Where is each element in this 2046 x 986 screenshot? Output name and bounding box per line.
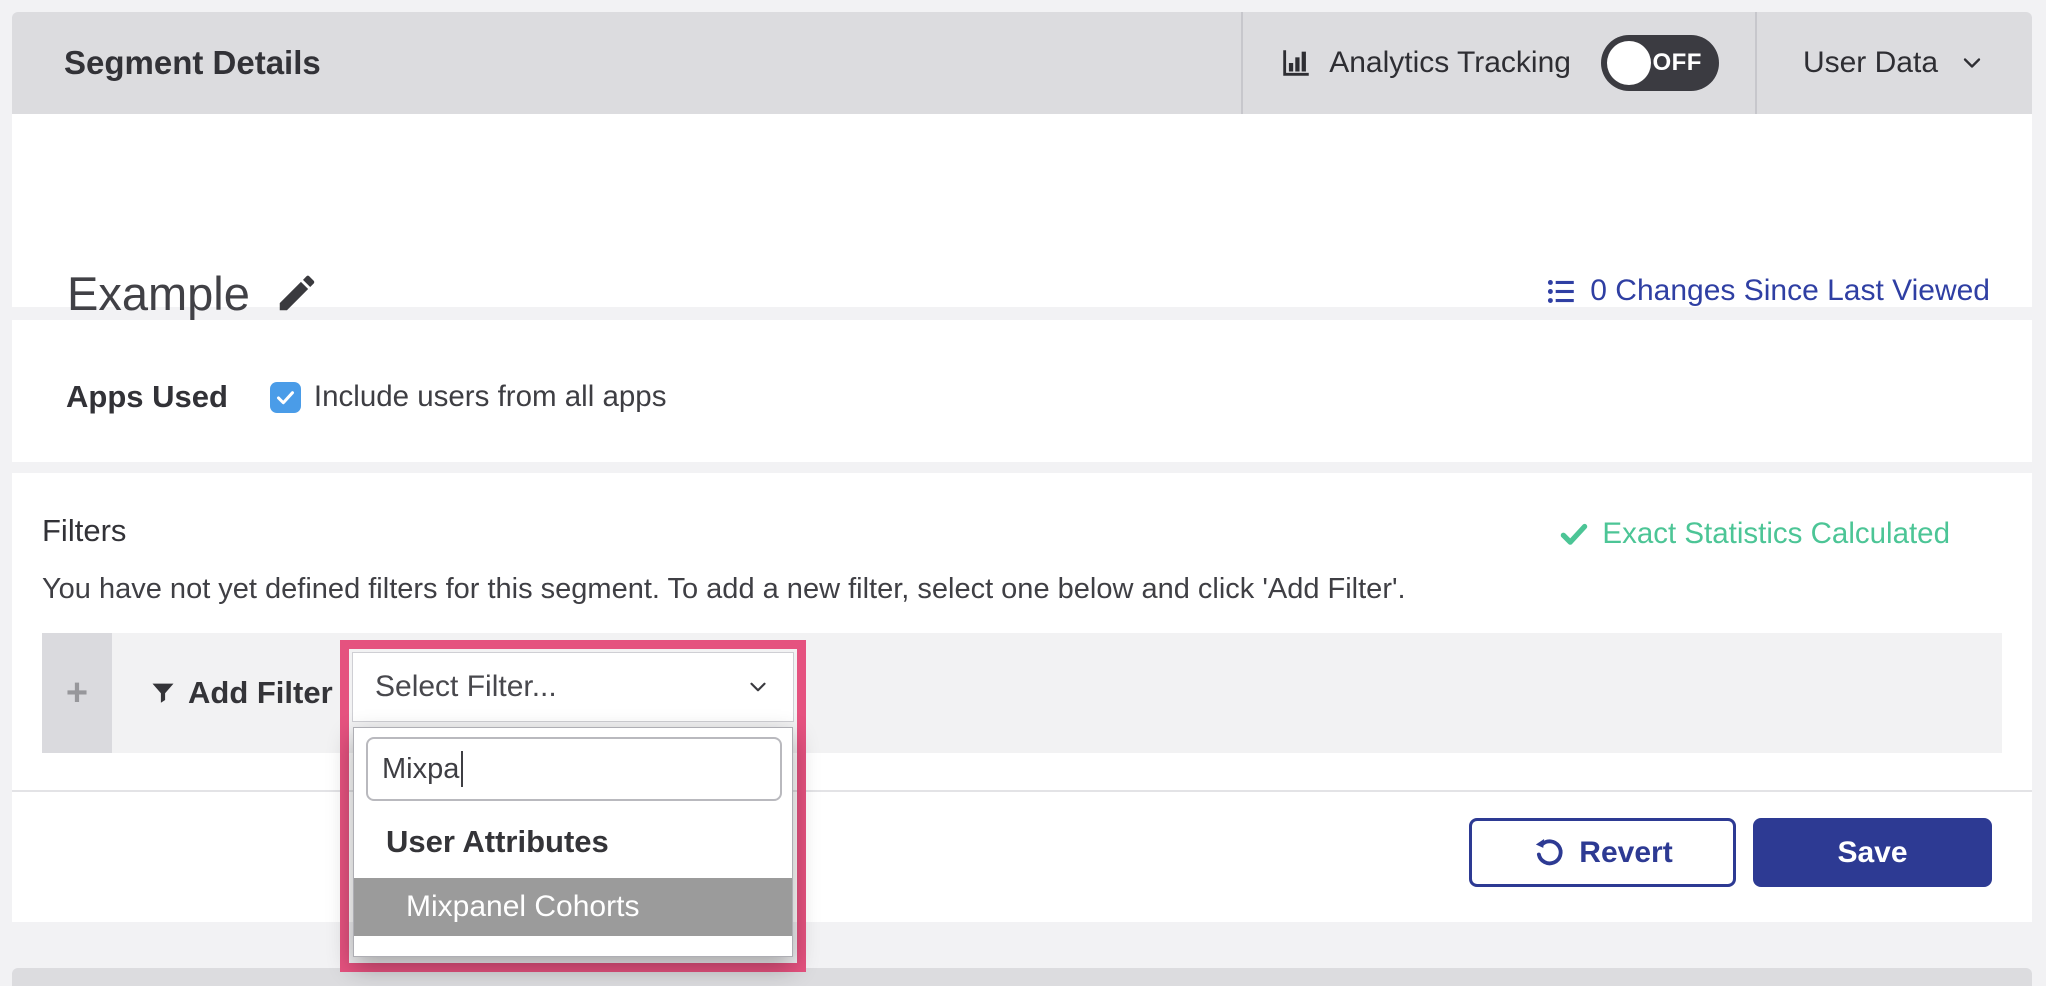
revert-button[interactable]: Revert [1469,818,1736,887]
segment-name: Example [67,266,250,321]
analytics-tracking-group: Analytics Tracking OFF [1243,12,1755,114]
select-filter-value: Select Filter... [375,670,557,704]
segment-details-header: Segment Details Analytics Tracking OFF U… [12,12,2032,114]
dropdown-option-mixpanel-cohorts[interactable]: Mixpanel Cohorts [354,878,792,936]
add-filter-row: + Add Filter [42,633,2002,753]
text-cursor [461,751,463,787]
include-all-apps-checkbox[interactable] [270,382,301,413]
plus-icon: + [66,672,88,715]
next-section-header-strip [12,968,2032,986]
filter-search-value: Mixpa [382,753,459,786]
page-title: Segment Details [64,44,321,82]
add-filter-label-group: Add Filter [149,633,333,753]
analytics-tracking-label: Analytics Tracking [1329,46,1571,80]
exact-statistics-label: Exact Statistics Calculated [1602,517,1950,551]
undo-icon [1532,836,1565,869]
check-icon [1559,519,1589,549]
segment-name-card: Example Tags 0 Changes Since Last Viewed [12,114,2032,307]
revert-button-label: Revert [1579,836,1672,870]
toggle-knob [1607,41,1651,85]
changes-since-last-viewed-link[interactable]: 0 Changes Since Last Viewed [1546,274,1990,308]
user-data-dropdown[interactable]: User Data [1757,12,2032,114]
edit-pencil-icon[interactable] [274,270,320,316]
filters-heading: Filters [42,513,126,549]
user-data-label: User Data [1803,46,1938,80]
analytics-tracking-toggle[interactable]: OFF [1601,35,1719,91]
toggle-state-label: OFF [1652,35,1702,91]
highlight-box: Select Filter... Mixpa User Attributes M… [340,640,806,972]
save-button-label: Save [1837,836,1907,870]
add-filter-label: Add Filter [188,675,333,711]
save-button[interactable]: Save [1753,818,1992,887]
bar-chart-icon [1279,46,1313,80]
list-icon [1546,276,1577,307]
select-filter-dropdown[interactable]: Select Filter... [352,652,794,722]
filters-description: You have not yet defined filters for thi… [42,573,1406,606]
add-filter-plus-button[interactable]: + [42,633,112,753]
header-right-section: Analytics Tracking OFF User Data [1241,12,2032,114]
dropdown-group-header: User Attributes [354,818,792,866]
chevron-down-icon [1958,49,1986,77]
filter-dropdown-panel: Mixpa User Attributes Mixpanel Cohorts [353,727,793,957]
filter-funnel-icon [149,679,177,707]
footer-divider [12,790,2032,792]
apps-used-label: Apps Used [66,379,228,415]
include-all-apps-label: Include users from all apps [314,380,667,414]
filter-search-input[interactable]: Mixpa [366,737,782,801]
chevron-down-icon [745,674,771,700]
apps-used-card: Apps Used Include users from all apps [12,320,2032,462]
changes-link-label: 0 Changes Since Last Viewed [1590,274,1990,308]
filters-card: Filters Exact Statistics Calculated You … [12,473,2032,922]
exact-statistics-status: Exact Statistics Calculated [1559,517,1950,551]
